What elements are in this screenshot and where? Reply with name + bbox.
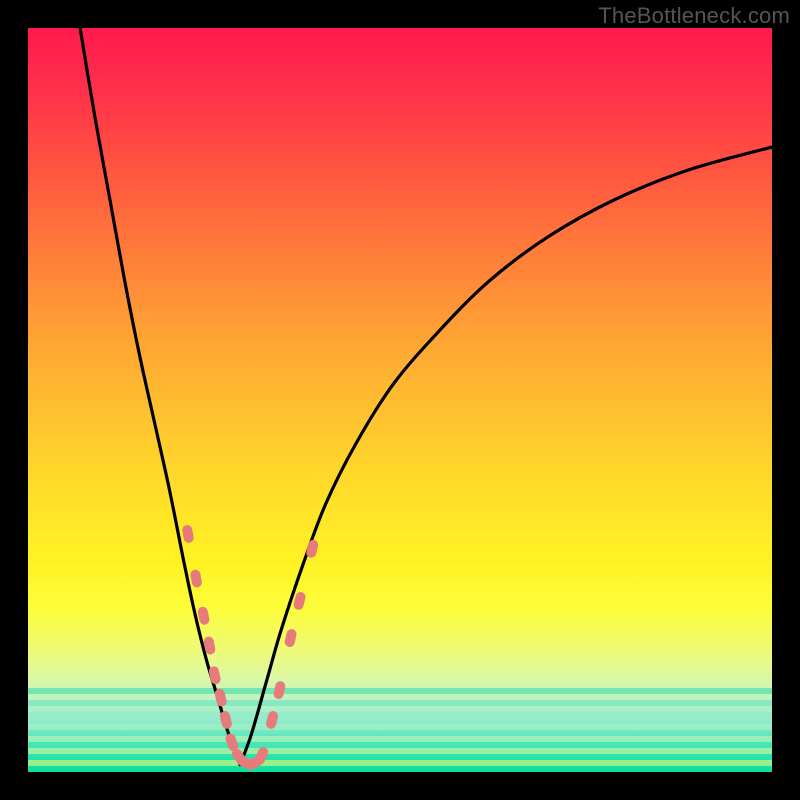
highlight-marker [208,665,222,685]
highlight-marker [284,628,298,648]
curve-layer [28,28,772,772]
highlight-marker [197,606,210,626]
highlight-marker [181,524,194,544]
watermark-text: TheBottleneck.com [598,3,790,29]
highlight-marker [293,591,307,611]
highlight-marker [305,539,319,559]
highlight-marker [190,569,203,589]
curve-right-branch [240,147,772,765]
highlight-marker [273,680,287,700]
plot-area [28,28,772,772]
highlight-marker [265,710,279,730]
outer-frame: TheBottleneck.com [0,0,800,800]
curve-left-branch [80,28,240,765]
